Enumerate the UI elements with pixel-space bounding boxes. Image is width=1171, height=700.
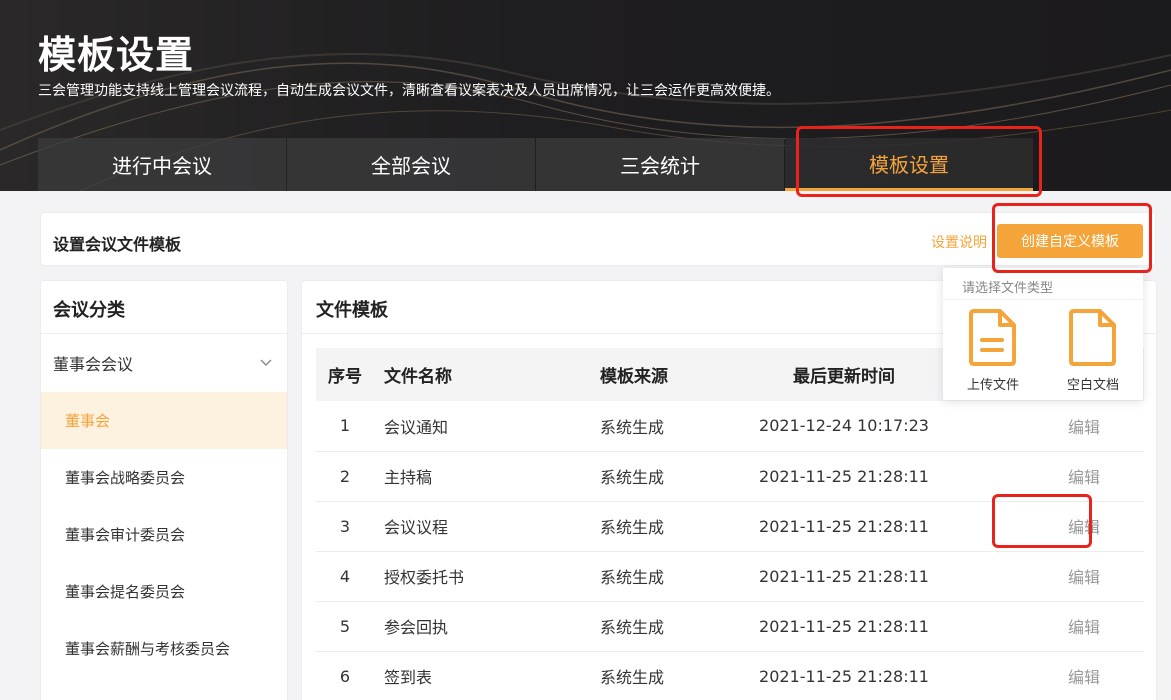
edit-link[interactable]: 编辑 [954, 451, 1144, 502]
edit-link[interactable]: 编辑 [954, 601, 1144, 652]
row-time: 2021-12-24 10:17:23 [734, 401, 954, 452]
row-time: 2021-11-25 21:28:11 [734, 501, 954, 552]
row-source: 系统生成 [594, 451, 734, 502]
table-row: 4 授权委托书 系统生成 2021-11-25 21:28:11 编辑 [316, 551, 1144, 602]
row-no: 1 [316, 401, 374, 452]
edit-link[interactable]: 编辑 [954, 401, 1144, 452]
row-name: 签到表 [374, 651, 594, 700]
sidebar-item-strategy-committee[interactable]: 董事会战略委员会 [41, 449, 287, 506]
blank-doc-label: 空白文档 [1066, 378, 1119, 393]
sidebar-title: 会议分类 [41, 281, 287, 334]
sidebar-group-board-meeting[interactable]: 董事会会议 [41, 334, 287, 392]
row-no: 4 [316, 551, 374, 602]
row-name: 会议通知 [374, 401, 594, 452]
popup-title: 请选择文件类型 [943, 268, 1143, 300]
template-table: 序号 文件名称 模板来源 最后更新时间 1 会议通知 系统生成 2021-12-… [316, 348, 1144, 700]
page-subtitle: 三会管理功能支持线上管理会议流程，自动生成会议文件，清晰查看议案表决及人员出席情… [38, 83, 780, 99]
tab-ongoing-meetings[interactable]: 进行中会议 [38, 138, 286, 191]
blank-doc-icon [1069, 309, 1116, 366]
row-source: 系统生成 [594, 501, 734, 552]
table-row: 5 参会回执 系统生成 2021-11-25 21:28:11 编辑 [316, 601, 1144, 652]
page-title: 模板设置 [38, 33, 195, 77]
create-custom-template-button[interactable]: 创建自定义模板 [997, 224, 1143, 258]
table-row: 3 会议议程 系统生成 2021-11-25 21:28:11 编辑 [316, 501, 1144, 552]
col-header-time: 最后更新时间 [734, 348, 954, 401]
page-banner: 模板设置 三会管理功能支持线上管理会议流程，自动生成会议文件，清晰查看议案表决及… [0, 0, 1171, 191]
row-name: 会议议程 [374, 501, 594, 552]
sidebar-item-audit-committee[interactable]: 董事会审计委员会 [41, 506, 287, 563]
upload-file-label: 上传文件 [966, 378, 1019, 393]
row-time: 2021-11-25 21:28:11 [734, 551, 954, 602]
table-row: 1 会议通知 系统生成 2021-12-24 10:17:23 编辑 [316, 401, 1144, 452]
row-no: 2 [316, 451, 374, 502]
upload-file-option[interactable]: 上传文件 [943, 308, 1043, 393]
row-time: 2021-11-25 21:28:11 [734, 451, 954, 502]
row-no: 5 [316, 601, 374, 652]
row-source: 系统生成 [594, 601, 734, 652]
edit-link[interactable]: 编辑 [954, 651, 1144, 700]
sidebar-item-board[interactable]: 董事会 [41, 392, 287, 449]
main-tabs: 进行中会议 全部会议 三会统计 模板设置 [38, 138, 1034, 191]
chevron-down-icon [260, 359, 272, 366]
row-name: 授权委托书 [374, 551, 594, 602]
sidebar-item-nomination-committee[interactable]: 董事会提名委员会 [41, 563, 287, 620]
row-time: 2021-11-25 21:28:11 [734, 601, 954, 652]
tab-meeting-statistics[interactable]: 三会统计 [536, 138, 784, 191]
row-source: 系统生成 [594, 401, 734, 452]
template-toolbar: 设置会议文件模板 设置说明 创建自定义模板 [40, 212, 1156, 266]
toolbar-title: 设置会议文件模板 [53, 235, 182, 254]
sidebar-group-label: 董事会会议 [53, 355, 134, 374]
edit-link[interactable]: 编辑 [954, 551, 1144, 602]
row-name: 参会回执 [374, 601, 594, 652]
col-header-no: 序号 [316, 348, 374, 401]
tab-all-meetings[interactable]: 全部会议 [287, 138, 535, 191]
settings-help-link[interactable]: 设置说明 [931, 232, 987, 252]
sidebar-item-compensation-committee[interactable]: 董事会薪酬与考核委员会 [41, 620, 287, 677]
file-type-popup: 请选择文件类型 上传文件 空白文档 [943, 268, 1143, 400]
row-source: 系统生成 [594, 651, 734, 700]
table-row: 6 签到表 系统生成 2021-11-25 21:28:11 编辑 [316, 651, 1144, 700]
row-name: 主持稿 [374, 451, 594, 502]
col-header-name: 文件名称 [374, 348, 594, 401]
meeting-category-sidebar: 会议分类 董事会会议 董事会 董事会战略委员会 董事会审计委员会 董事会提名委员… [40, 280, 288, 700]
row-time: 2021-11-25 21:28:11 [734, 651, 954, 700]
row-no: 6 [316, 651, 374, 700]
row-source: 系统生成 [594, 551, 734, 602]
blank-doc-option[interactable]: 空白文档 [1043, 308, 1143, 393]
table-row: 2 主持稿 系统生成 2021-11-25 21:28:11 编辑 [316, 451, 1144, 502]
tab-template-settings[interactable]: 模板设置 [785, 138, 1033, 191]
col-header-source: 模板来源 [594, 348, 734, 401]
edit-link[interactable]: 编辑 [954, 501, 1144, 552]
row-no: 3 [316, 501, 374, 552]
upload-file-icon [969, 309, 1016, 366]
